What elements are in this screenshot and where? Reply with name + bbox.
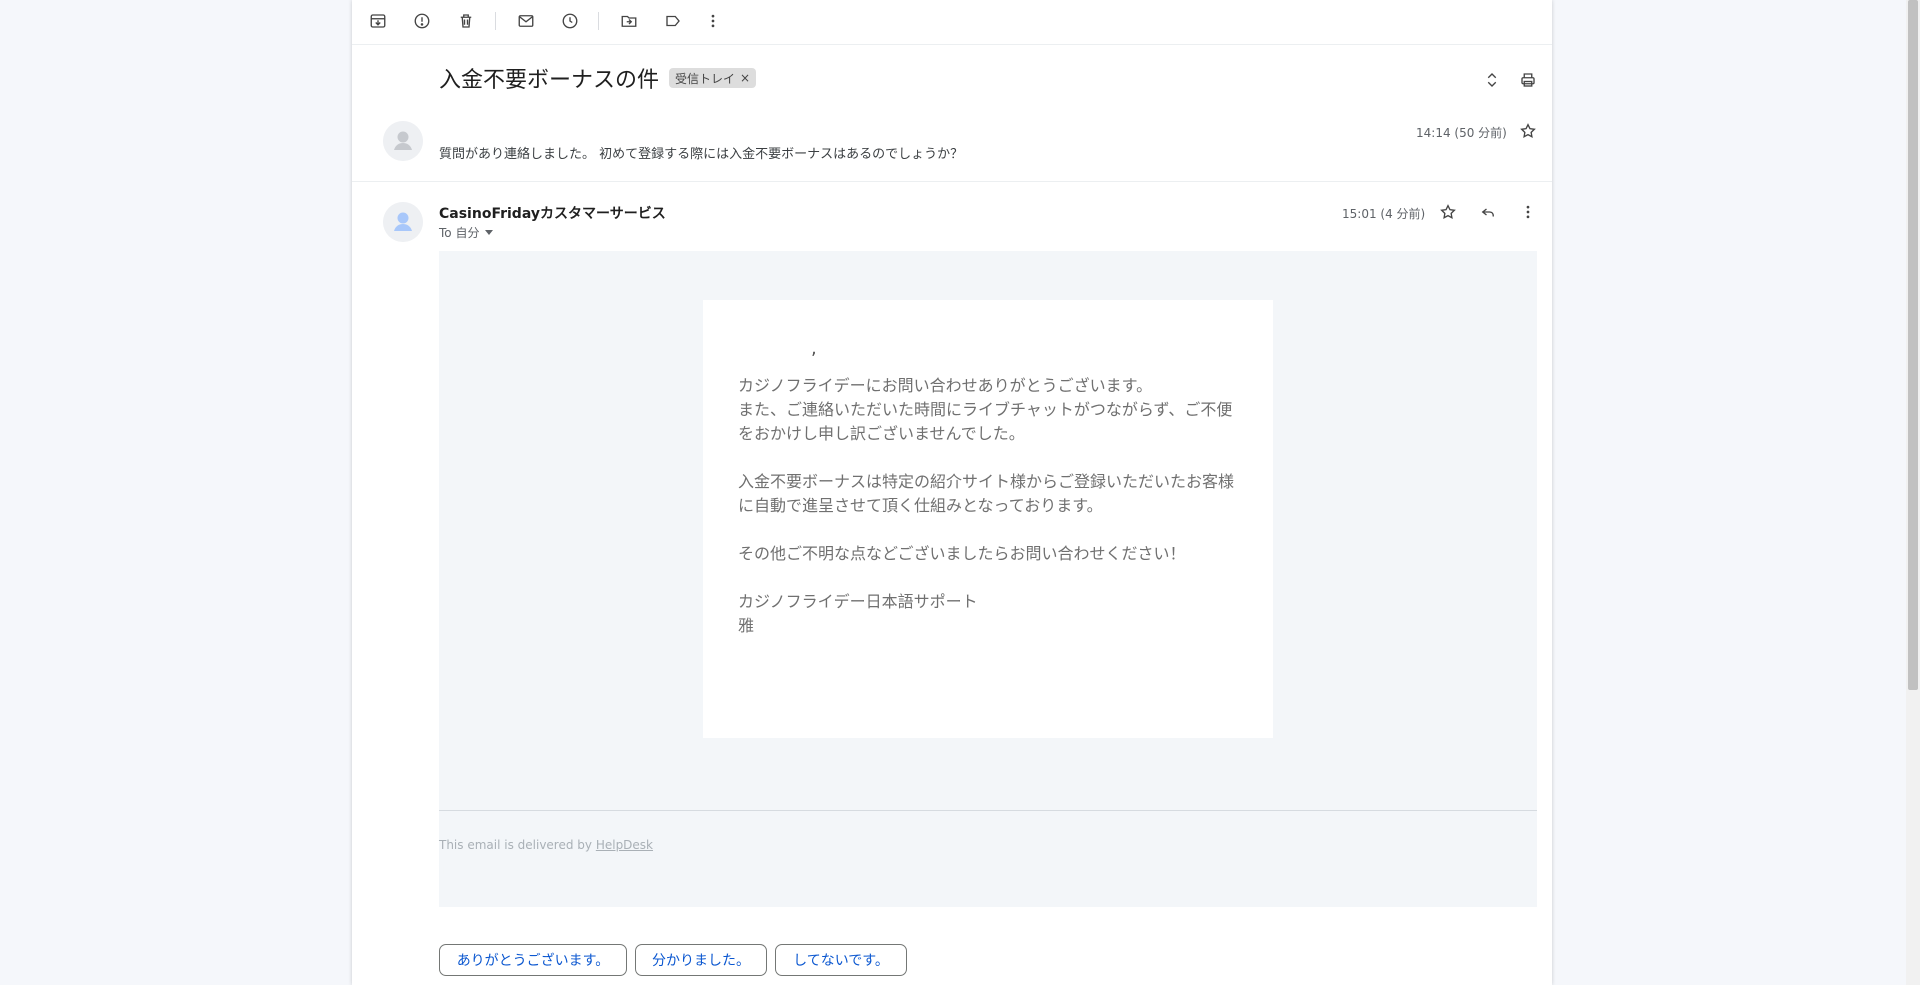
scrollbar-thumb[interactable]: [1908, 0, 1918, 690]
signature: カジノフライデー日本語サポート 雅: [738, 590, 1248, 638]
delivered-by-text: This email is delivered by: [439, 838, 592, 852]
message-time: 15:01 (4 分前): [1342, 207, 1426, 221]
snooze-icon[interactable]: [559, 10, 581, 32]
greeting: ,: [811, 338, 817, 359]
message-snippet[interactable]: 質問があり連絡しました。 初めて登録する際には入金不要ボーナスはあるのでしょうか…: [439, 143, 963, 162]
label-icon[interactable]: [662, 10, 684, 32]
recipient-details[interactable]: To 自分: [439, 224, 494, 241]
smart-reply-button[interactable]: ありがとうございます。: [439, 944, 627, 976]
report-spam-icon[interactable]: [411, 10, 433, 32]
avatar: [383, 121, 423, 161]
message-card: , カジノフライデーにお問い合わせありがとうございます。 また、ご連絡いただいた…: [703, 300, 1273, 738]
archive-icon[interactable]: [367, 10, 389, 32]
sender-name: CasinoFridayカスタマーサービス: [439, 206, 666, 222]
signature-line: カジノフライデー日本語サポート: [738, 592, 978, 611]
reply-icon[interactable]: [1474, 198, 1502, 226]
smart-reply-button[interactable]: してないです。: [775, 944, 907, 976]
label-text: 受信トレイ: [675, 71, 736, 86]
expand-all-icon[interactable]: [1478, 66, 1506, 94]
sender-avatar: [383, 202, 423, 242]
paragraph-line: をおかけし申し訳ございませんでした。: [738, 424, 1025, 443]
print-icon[interactable]: [1514, 66, 1542, 94]
mark-unread-icon[interactable]: [515, 10, 537, 32]
email-panel: 入金不要ボーナスの件 受信トレイ × 14:14 (50 分前) 質問があり連絡…: [352, 0, 1552, 985]
thread-subject: 入金不要ボーナスの件: [439, 68, 660, 93]
delete-icon[interactable]: [455, 10, 477, 32]
smart-reply-button[interactable]: 分かりました。: [635, 944, 767, 976]
helpdesk-link[interactable]: HelpDesk: [596, 838, 653, 852]
message-divider: [352, 181, 1552, 182]
star-icon[interactable]: [1514, 117, 1542, 145]
email-body: , カジノフライデーにお問い合わせありがとうございます。 また、ご連絡いただいた…: [439, 251, 1537, 907]
paragraph-line: カジノフライデーにお問い合わせありがとうございます。: [738, 376, 1153, 395]
paragraph-line: その他ご不明な点などございましたらお問い合わせください！: [738, 544, 1186, 563]
paragraph-line: に自動で進呈させて頂く仕組みとなっております。: [738, 496, 1103, 515]
move-to-icon[interactable]: [618, 10, 640, 32]
subject-row: 入金不要ボーナスの件 受信トレイ ×: [439, 62, 757, 94]
chevron-down-icon: [485, 230, 494, 235]
paragraph-line: また、ご連絡いただいた時間にライブチャットがつながらず、ご不便: [738, 400, 1233, 419]
message-time: 14:14 (50 分前): [1416, 126, 1507, 140]
inbox-label-chip[interactable]: 受信トレイ ×: [669, 68, 757, 88]
star-icon[interactable]: [1434, 198, 1462, 226]
footer-divider: [439, 810, 1537, 811]
more-vert-icon[interactable]: [1514, 198, 1542, 226]
paragraph: カジノフライデーにお問い合わせありがとうございます。 また、ご連絡いただいた時間…: [738, 374, 1248, 446]
toolbar: [352, 0, 1552, 45]
remove-label-icon[interactable]: ×: [740, 71, 750, 85]
ticket-id: Ticket ID: hd-99c012c36273-97e6b-b3ae068: [439, 863, 708, 877]
paragraph: 入金不要ボーナスは特定の紹介サイト様からご登録いただいたお客様 に自動で進呈させ…: [738, 470, 1248, 518]
paragraph-line: 入金不要ボーナスは特定の紹介サイト様からご登録いただいたお客様: [738, 472, 1235, 491]
paragraph: その他ご不明な点などございましたらお問い合わせください！: [738, 542, 1248, 566]
signature-line: 雅: [738, 616, 755, 635]
scrollbar[interactable]: [1906, 0, 1920, 985]
recipient-text: To 自分: [439, 226, 480, 240]
more-vert-icon[interactable]: [702, 10, 724, 32]
delivered-by-line: This email is delivered by HelpDesk: [439, 838, 653, 852]
